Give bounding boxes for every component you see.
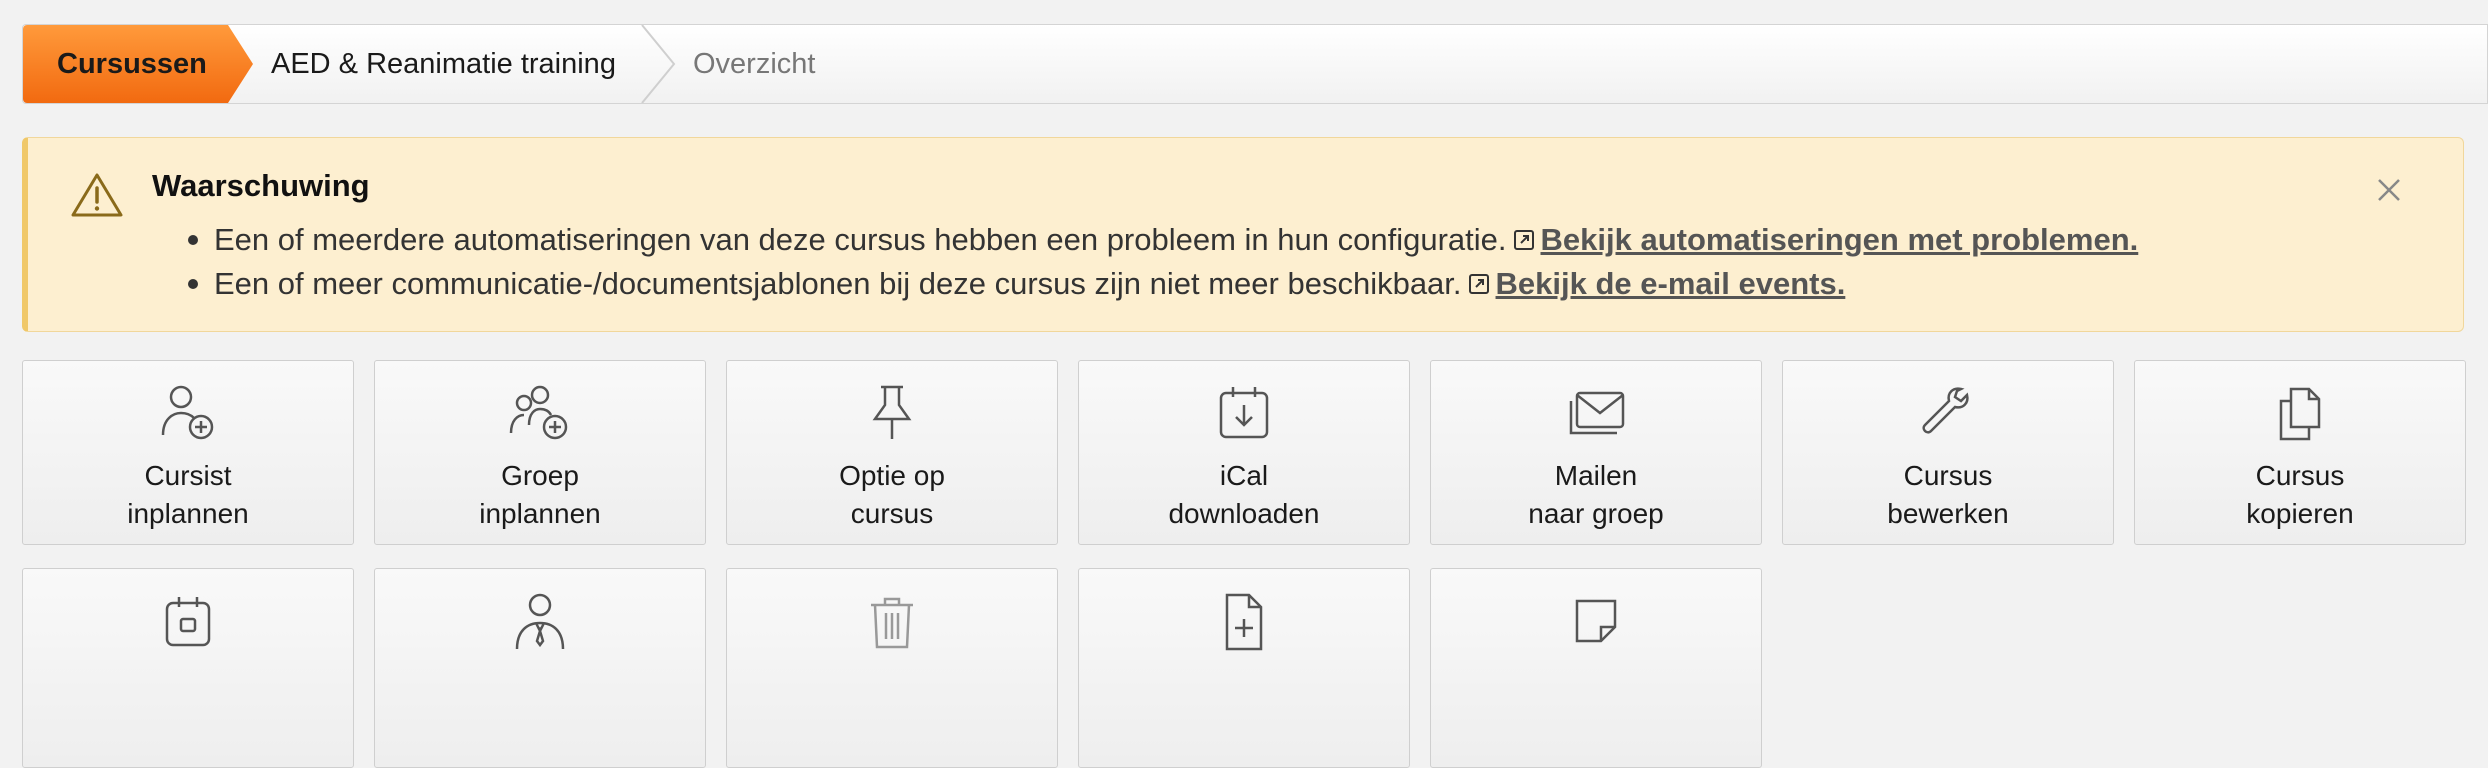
warning-icon xyxy=(71,173,123,217)
trash-icon xyxy=(871,597,913,649)
user-tie-icon xyxy=(515,593,565,650)
automations-link[interactable]: Bekijk automatiseringen met problemen. xyxy=(1541,222,2139,257)
ical-download-button[interactable]: iCal downloaden xyxy=(1078,360,1410,545)
delete-button[interactable] xyxy=(726,568,1058,768)
course-option-button[interactable]: Optie op cursus xyxy=(726,360,1058,545)
pin-icon xyxy=(872,385,912,439)
calendar-button[interactable] xyxy=(22,568,354,768)
breadcrumb-separator-icon xyxy=(641,25,676,103)
alert-message: Een of meerdere automatiseringen van dez… xyxy=(152,218,2138,262)
external-link-icon xyxy=(1513,229,1534,250)
external-link-icon xyxy=(1468,273,1489,294)
alert-messages: Een of meerdere automatiseringen van dez… xyxy=(152,218,2138,306)
mail-stack-icon xyxy=(1569,391,1625,435)
add-document-button[interactable] xyxy=(1078,568,1410,768)
file-plus-icon xyxy=(1225,593,1263,651)
group-plus-icon xyxy=(509,385,568,440)
wrench-icon xyxy=(1922,387,1969,434)
edit-course-button[interactable]: Cursus bewerken xyxy=(1782,360,2114,545)
schedule-group-button[interactable]: Groep inplannen xyxy=(374,360,706,545)
copy-icon xyxy=(2279,387,2321,441)
breadcrumb-cursussen[interactable]: Cursussen xyxy=(23,25,253,103)
mail-group-button[interactable]: Mailen naar groep xyxy=(1430,360,1762,545)
close-icon[interactable] xyxy=(2375,176,2403,204)
email-events-link[interactable]: Bekijk de e-mail events. xyxy=(1496,266,1846,301)
warning-alert: Waarschuwing Een of meerdere automatiser… xyxy=(22,137,2464,332)
alert-message: Een of meer communicatie-/documentsjablo… xyxy=(152,262,2138,306)
sticky-note-icon xyxy=(1575,599,1617,643)
user-plus-icon xyxy=(161,385,214,440)
breadcrumb-course[interactable]: AED & Reanimatie training xyxy=(271,25,616,103)
trainer-button[interactable] xyxy=(374,568,706,768)
calendar-icon xyxy=(165,597,211,647)
calendar-download-icon xyxy=(1219,387,1269,439)
breadcrumb: Cursussen AED & Reanimatie training Over… xyxy=(22,24,2488,104)
alert-title: Waarschuwing xyxy=(152,168,370,203)
schedule-student-button[interactable]: Cursist inplannen xyxy=(22,360,354,545)
copy-course-button[interactable]: Cursus kopieren xyxy=(2134,360,2466,545)
note-button[interactable] xyxy=(1430,568,1762,768)
breadcrumb-overzicht: Overzicht xyxy=(693,47,816,80)
